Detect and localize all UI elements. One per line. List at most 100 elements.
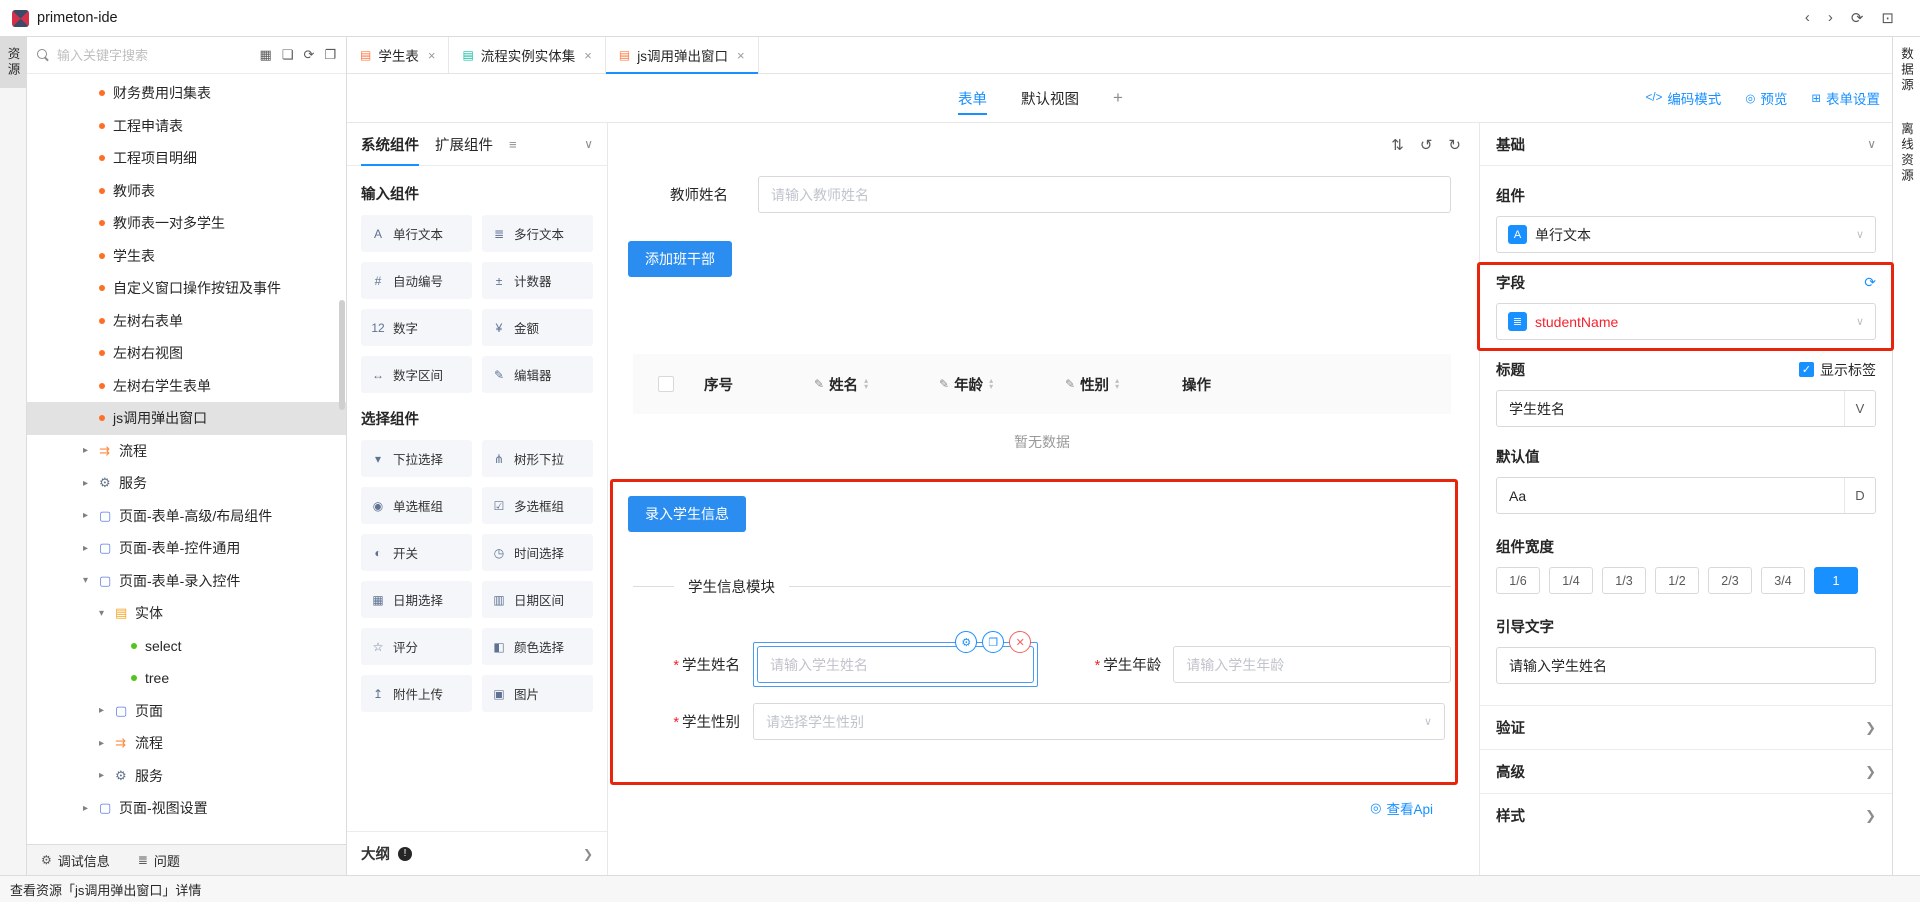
tree-item[interactable]: ▸▢页面-视图设置 [27,792,346,825]
collapse-chevron-icon[interactable]: ∨ [584,137,593,151]
tree-item[interactable]: ▸▢页面-表单-高级/布局组件 [27,500,346,533]
palette-item[interactable]: ◧颜色选择 [482,628,593,665]
gallery-icon[interactable]: ▦ [259,47,271,63]
copy-icon[interactable]: ❐ [324,47,336,63]
width-option-button[interactable]: 3/4 [1761,567,1805,594]
palette-item[interactable]: ▥日期区间 [482,581,593,618]
select-all-checkbox[interactable] [658,376,674,392]
palette-item[interactable]: ↥附件上传 [361,675,472,712]
search-box[interactable] [37,48,249,63]
section-basic[interactable]: 基础 ∨ [1480,123,1892,166]
tree-item[interactable]: 自定义窗口操作按钮及事件 [27,272,346,305]
width-option-button-selected[interactable]: 1 [1814,567,1858,594]
tree-item[interactable]: ▾▤实体 [27,597,346,630]
sync-icon[interactable]: ⟳ [1864,274,1876,291]
selected-component-student-name[interactable]: ⚙ ❐ ✕ [753,642,1038,687]
chevron-right-icon[interactable]: ▸ [99,738,115,749]
chevron-right-icon[interactable]: ▸ [99,770,115,781]
palette-item[interactable]: #自动编号 [361,262,472,299]
default-value-input[interactable] [1497,488,1844,504]
chevron-right-icon[interactable]: ▸ [99,705,115,716]
tree-item[interactable]: 左树右表单 [27,305,346,338]
tree-item[interactable]: select [27,630,346,663]
chevron-right-icon[interactable]: ▸ [83,803,99,814]
tab-form-view[interactable]: 表单 [958,74,987,122]
history-back-icon[interactable]: ‹ [1805,9,1810,27]
tab-close-icon[interactable]: × [737,48,745,63]
tree-item[interactable]: ▾▢页面-表单-录入控件 [27,565,346,598]
palette-item[interactable]: ¥金额 [482,309,593,346]
tree-item-selected[interactable]: js调用弹出窗口 [27,402,346,435]
chevron-right-icon[interactable]: ▸ [83,445,99,456]
component-type-select[interactable]: A 单行文本 ∨ [1496,216,1876,253]
tree-item[interactable]: ▸⇉流程 [27,727,346,760]
refresh-tree-icon[interactable]: ⟳ [303,47,314,63]
sort-arrows-icon[interactable]: ▴▾ [864,378,868,390]
tab-extension-components[interactable]: 扩展组件 [435,123,493,165]
default-toggle-button[interactable]: D [1844,478,1875,513]
section-validation[interactable]: 验证 ❯ [1480,705,1892,749]
palette-item[interactable]: ±计数器 [482,262,593,299]
rail-tab-resources[interactable]: 资源 [0,37,26,88]
section-style[interactable]: 样式 ❯ [1480,793,1892,837]
folder-icon[interactable]: ❏ [282,47,294,63]
palette-item[interactable]: ◐开关 [361,534,472,571]
doc-tab[interactable]: ▤ 学生表 × [347,37,449,73]
tab-debug-info[interactable]: ⚙ 调试信息 [41,851,110,870]
palette-item[interactable]: ✎编辑器 [482,356,593,393]
palette-item[interactable]: ▣图片 [482,675,593,712]
preview-button[interactable]: ◎ 预览 [1745,88,1787,108]
chevron-down-icon[interactable]: ∨ [1867,137,1876,151]
add-view-button[interactable]: + [1113,88,1123,108]
chevron-down-icon[interactable]: ▾ [83,575,99,586]
tab-system-components[interactable]: 系统组件 [361,123,419,165]
tree-item[interactable]: ▸▢页面-表单-控件通用 [27,532,346,565]
palette-item[interactable]: A单行文本 [361,215,472,252]
tree-item[interactable]: 教师表 [27,175,346,208]
title-input[interactable] [1497,401,1844,417]
tab-problems[interactable]: ≣ 问题 [138,851,180,870]
doc-tab[interactable]: ▤ 流程实例实体集 × [449,37,605,73]
variable-toggle-button[interactable]: V [1844,391,1875,426]
width-option-button[interactable]: 1/2 [1655,567,1699,594]
tree-item[interactable]: 教师表一对多学生 [27,207,346,240]
sort-arrows-icon[interactable]: ▴▾ [989,378,993,390]
chevron-right-icon[interactable]: ▸ [83,478,99,489]
field-select[interactable]: ≣ studentName ∨ [1496,303,1876,340]
code-mode-button[interactable]: </> 编码模式 [1646,88,1722,108]
tree-item[interactable]: 工程申请表 [27,110,346,143]
column-header-sortable[interactable]: ✎姓名▴▾ [814,374,939,395]
redo-icon[interactable]: ↻ [1448,136,1461,154]
palette-item[interactable]: ☆评分 [361,628,472,665]
palette-item[interactable]: ↔数字区间 [361,356,472,393]
column-header-sortable[interactable]: ✎性别▴▾ [1065,374,1182,395]
sort-arrows-icon[interactable]: ▴▾ [1115,378,1119,390]
palette-item[interactable]: ◉单选框组 [361,487,472,524]
refresh-icon[interactable]: ⟳ [1851,9,1864,27]
tree-item[interactable]: ▸⇉流程 [27,435,346,468]
tree-item[interactable]: ▸⚙服务 [27,467,346,500]
chevron-down-icon[interactable]: ▾ [99,608,115,619]
chevron-right-icon[interactable]: ❯ [583,847,593,861]
palette-item[interactable]: ≣多行文本 [482,215,593,252]
tab-close-icon[interactable]: × [584,48,592,63]
palette-item[interactable]: ▾下拉选择 [361,440,472,477]
tree-item[interactable]: ▸⚙服务 [27,760,346,793]
enter-student-info-button[interactable]: 录入学生信息 [628,496,746,532]
width-option-button[interactable]: 1/6 [1496,567,1540,594]
menu-icon[interactable]: ≡ [509,137,517,152]
tree-item[interactable]: 工程项目明细 [27,142,346,175]
rail-tab-data-source[interactable]: 数据源 [1897,47,1916,94]
history-forward-icon[interactable]: › [1828,9,1833,27]
rail-tab-offline-resources[interactable]: 离线资源 [1897,122,1916,184]
column-header-sortable[interactable]: ✎年龄▴▾ [939,374,1065,395]
palette-item[interactable]: 12数字 [361,309,472,346]
palette-item[interactable]: ◷时间选择 [482,534,593,571]
chevron-right-icon[interactable]: ▸ [83,543,99,554]
component-settings-button[interactable]: ⚙ [955,631,977,653]
component-delete-button[interactable]: ✕ [1009,631,1031,653]
sort-icon[interactable]: ⇅ [1391,136,1404,154]
tree-item[interactable]: 学生表 [27,240,346,273]
width-option-button[interactable]: 1/4 [1549,567,1593,594]
add-class-monitor-button[interactable]: 添加班干部 [628,241,732,277]
